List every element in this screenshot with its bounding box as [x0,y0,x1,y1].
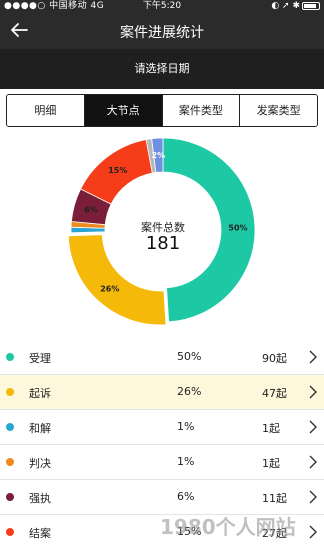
list-item-count: 1起 [262,457,280,470]
list-item[interactable]: 受理 50% 90起 [0,340,324,375]
segment-control: 明细 大节点 案件类型 发案类型 [6,94,318,127]
tab-1[interactable]: 大节点 [84,95,163,126]
slice-label: 26% [100,284,119,293]
tab-0[interactable]: 明细 [7,95,85,126]
list-item-count: 90起 [262,352,287,365]
list-item-name: 和解 [29,422,51,435]
list-item-count: 1起 [262,422,280,435]
legend-dot-icon [6,528,14,536]
chevron-right-icon [309,420,317,434]
tab-2[interactable]: 案件类型 [162,95,241,126]
list-item-percent: 26% [177,385,202,398]
chevron-right-icon [309,385,317,399]
list-item-name: 结案 [29,527,51,540]
watermark-text: 1980个人网站 [160,515,296,539]
list-item-percent: 1% [177,420,195,433]
chevron-right-icon [309,525,317,539]
list-item[interactable]: 和解 1% 1起 [0,410,324,445]
legend-dot-icon [6,353,14,361]
date-picker-button[interactable]: 请选择日期 [0,49,324,89]
chart-center-value: 181 [145,233,181,254]
chevron-right-icon [309,490,317,504]
status-icons: ◐ ➚ ✱ [271,0,320,13]
tab-3[interactable]: 发案类型 [240,95,317,126]
legend-dot-icon [6,388,14,396]
chevron-right-icon [309,350,317,364]
list-item-count: 11起 [262,492,287,505]
page-title: 案件进展统计 [120,25,204,41]
list-item[interactable]: 强执 6% 11起 [0,480,324,515]
list-item-name: 受理 [29,352,51,365]
slice-label: 15% [108,166,127,175]
donut-chart: 50% 26% 6% 15% 2% 案件总数 181 [0,133,324,338]
slice-label: 6% [84,205,98,214]
list-item[interactable]: 起诉 26% 47起 [0,375,324,410]
system-icons: ◐ ➚ ✱ [271,1,300,11]
chevron-right-icon [309,455,317,469]
battery-icon [302,1,320,10]
list-item-count: 47起 [262,387,287,400]
list-item-name: 判决 [29,457,51,470]
list-item-percent: 1% [177,455,195,468]
legend-dot-icon [6,493,14,501]
list-item-name: 强执 [29,492,51,505]
list-item[interactable]: 判决 1% 1起 [0,445,324,480]
slice-label: 50% [228,224,247,233]
app-root: ●●●●○ 中国移动 4G 下午5:20 ◐ ➚ ✱ 案件进展统计 请选择日期 … [0,0,324,544]
list-item-name: 起诉 [29,387,51,400]
segment-control-wrapper: 明细 大节点 案件类型 发案类型 [0,89,324,133]
legend-dot-icon [6,458,14,466]
list-item-percent: 50% [177,350,202,363]
nav-bar: 案件进展统计 [0,13,324,49]
legend-dot-icon [6,423,14,431]
status-bar: ●●●●○ 中国移动 4G 下午5:20 ◐ ➚ ✱ [0,0,324,13]
slice-label: 2% [152,151,166,160]
list-item-percent: 6% [177,490,195,503]
